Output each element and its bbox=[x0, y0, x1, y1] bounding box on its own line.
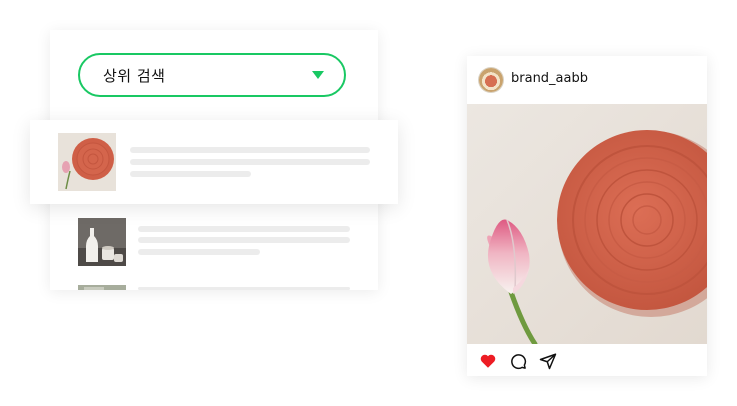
chevron-down-icon bbox=[312, 71, 324, 79]
result-thumbnail-plate bbox=[58, 133, 116, 191]
text-placeholder bbox=[138, 287, 350, 290]
post-username[interactable]: brand_aabb bbox=[511, 71, 588, 86]
result-thumbnail-partial[interactable] bbox=[78, 280, 126, 290]
text-placeholder bbox=[138, 237, 350, 243]
text-placeholder bbox=[138, 249, 260, 255]
social-post-card: brand_aabb bbox=[467, 56, 707, 376]
post-image[interactable] bbox=[467, 104, 707, 344]
dropdown-label: 상위 검색 bbox=[103, 66, 166, 85]
result-thumbnail-vases[interactable] bbox=[78, 218, 126, 266]
send-icon[interactable] bbox=[539, 352, 557, 370]
vase-icon bbox=[78, 218, 126, 266]
plate-icon bbox=[58, 133, 116, 191]
thumbnail-image-icon bbox=[78, 285, 126, 290]
post-actions bbox=[479, 352, 557, 370]
plate-and-lotus-photo bbox=[467, 104, 707, 344]
text-placeholder bbox=[138, 226, 350, 232]
text-placeholder bbox=[130, 171, 251, 177]
search-scope-dropdown[interactable]: 상위 검색 bbox=[78, 53, 346, 97]
comment-icon[interactable] bbox=[509, 352, 527, 370]
text-placeholder bbox=[130, 147, 370, 153]
result-row-highlighted[interactable] bbox=[30, 120, 398, 204]
heart-icon[interactable] bbox=[479, 352, 497, 370]
avatar[interactable] bbox=[479, 68, 503, 92]
post-header: brand_aabb bbox=[467, 56, 707, 104]
text-placeholder bbox=[130, 159, 370, 165]
